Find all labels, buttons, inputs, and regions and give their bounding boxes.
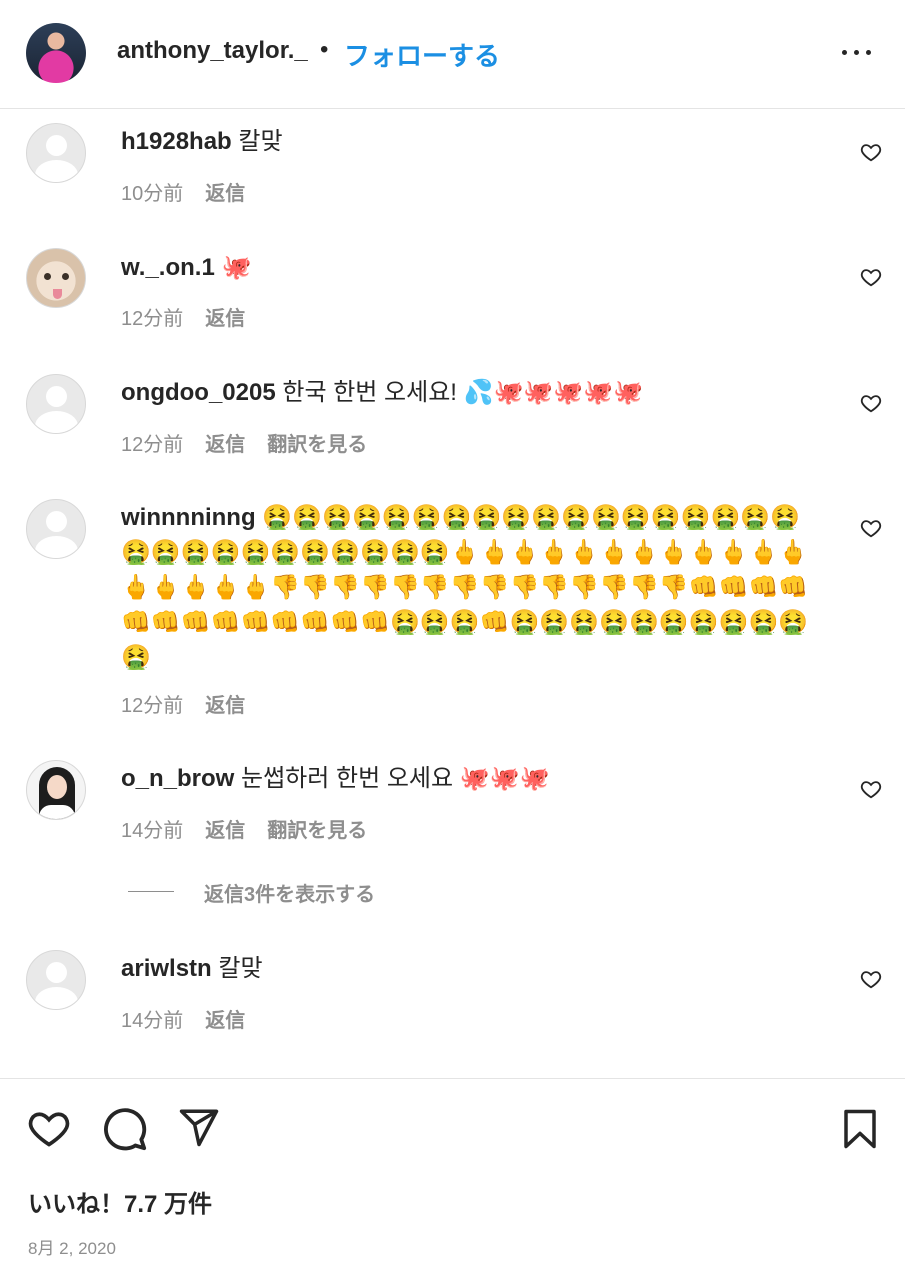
- default-avatar[interactable]: [26, 950, 86, 1010]
- comment-username[interactable]: ariwlstn: [121, 955, 212, 982]
- comment-time: 12分前: [121, 695, 184, 717]
- send-icon[interactable]: [176, 1106, 222, 1148]
- likes-count[interactable]: いいね！7.7 万件: [28, 1184, 212, 1219]
- comment-meta: 12分前 返信: [121, 689, 267, 718]
- comment-username[interactable]: w._.on.1: [121, 254, 215, 281]
- header-separator: •: [320, 36, 329, 63]
- comment-body: 칼맞: [238, 128, 283, 155]
- reply-button[interactable]: 返信: [205, 1004, 245, 1033]
- comment-username[interactable]: o_n_brow: [121, 765, 234, 792]
- comment-username[interactable]: h1928hab: [121, 128, 232, 155]
- heart-icon[interactable]: [26, 1106, 72, 1150]
- comment-meta: 10分前 返信: [121, 177, 267, 206]
- comment-time: 14分前: [121, 820, 184, 842]
- comment-body: 눈썹하러 한번 오세요 🐙🐙🐙: [241, 765, 550, 792]
- reply-button[interactable]: 返信: [205, 177, 245, 206]
- view-replies-label[interactable]: 返信3件を表示する: [204, 878, 375, 907]
- reply-button[interactable]: 返信: [205, 428, 245, 457]
- comment-username[interactable]: winnnninng: [121, 504, 256, 531]
- cat-avatar[interactable]: [26, 248, 86, 308]
- more-options-icon[interactable]: [838, 34, 878, 70]
- comment-icon[interactable]: [102, 1106, 148, 1152]
- comment-text: h1928hab 칼맞: [121, 124, 821, 159]
- comment-time: 10分前: [121, 183, 184, 205]
- heart-icon[interactable]: [860, 517, 882, 539]
- post-header: anthony_taylor._ • フォローする: [0, 0, 905, 109]
- reply-button[interactable]: 返信: [205, 302, 245, 331]
- comment-time: 14分前: [121, 1010, 184, 1032]
- reply-button[interactable]: 返信: [205, 689, 245, 718]
- comment-text: ongdoo_0205 한국 한번 오세요! 💦🐙🐙🐙🐙🐙: [121, 375, 821, 410]
- heart-icon[interactable]: [860, 266, 882, 288]
- comment-text: ariwlstn 칼맞: [121, 951, 821, 986]
- translate-button[interactable]: 翻訳を見る: [267, 428, 367, 457]
- author-avatar[interactable]: [26, 23, 86, 83]
- default-avatar[interactable]: [26, 374, 86, 434]
- bookmark-icon[interactable]: [838, 1108, 882, 1150]
- heart-icon[interactable]: [860, 968, 882, 990]
- comment-meta: 12分前 返信 翻訳を見る: [121, 428, 389, 457]
- heart-icon[interactable]: [860, 141, 882, 163]
- translate-button[interactable]: 翻訳を見る: [267, 814, 367, 843]
- default-avatar[interactable]: [26, 499, 86, 559]
- comment-meta: 14分前 返信 翻訳を見る: [121, 814, 389, 843]
- comment-text: w._.on.1 🐙: [121, 250, 821, 285]
- comment-meta: 14分前 返信: [121, 1004, 267, 1033]
- comment-username[interactable]: ongdoo_0205: [121, 379, 276, 406]
- comment-body: 🐙: [221, 254, 252, 281]
- heart-icon[interactable]: [860, 392, 882, 414]
- comment-time: 12分前: [121, 434, 184, 456]
- comment-body: 한국 한번 오세요! 💦🐙🐙🐙🐙🐙: [282, 379, 643, 406]
- default-avatar[interactable]: [26, 123, 86, 183]
- follow-button[interactable]: フォローする: [344, 36, 500, 73]
- comment-text: winnnninng 🤮🤮🤮🤮🤮🤮🤮🤮🤮🤮🤮🤮🤮🤮🤮🤮🤮🤮🤮🤮🤮🤮🤮🤮🤮🤮🤮🤮🤮…: [121, 500, 821, 675]
- heart-icon[interactable]: [860, 778, 882, 800]
- comment-body: 칼맞: [218, 955, 263, 982]
- action-bar: [0, 1078, 905, 1079]
- replies-divider-line: [128, 891, 174, 892]
- comment-time: 12分前: [121, 308, 184, 330]
- comment-text: o_n_brow 눈썹하러 한번 오세요 🐙🐙🐙: [121, 761, 821, 796]
- author-username[interactable]: anthony_taylor._: [117, 37, 308, 65]
- post-date: 8月 2, 2020: [28, 1239, 116, 1258]
- comment-meta: 12分前 返信: [121, 302, 267, 331]
- girl-avatar[interactable]: [26, 760, 86, 820]
- reply-button[interactable]: 返信: [205, 814, 245, 843]
